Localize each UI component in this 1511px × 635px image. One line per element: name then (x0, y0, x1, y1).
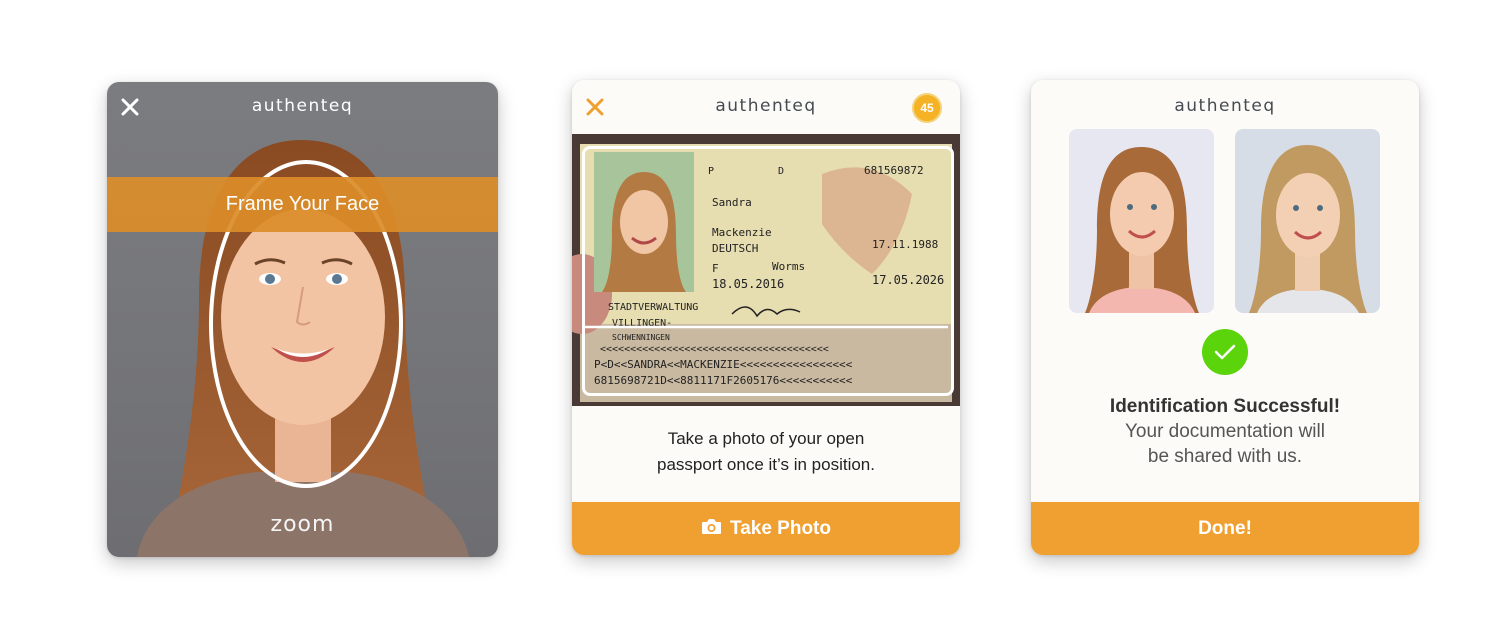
checkmark-icon (1202, 329, 1248, 375)
brand-logo: authenteq (1174, 96, 1276, 116)
camera-icon (702, 519, 721, 535)
face-scan-screen: Frame Your Face authenteq zoom (107, 82, 498, 557)
identification-success-screen: authenteq Identification Successful! You… (1031, 80, 1419, 555)
countdown-timer: 45 (912, 93, 942, 123)
passport-capture-screen: authenteq 45 P D 681569872 Sandra Macken… (572, 80, 960, 555)
take-photo-label: Take Photo (730, 518, 831, 539)
passport-instruction: Take a photo of your open passport once … (572, 426, 960, 478)
success-message: Identification Successful! Your document… (1031, 394, 1419, 469)
instruction-line-2: passport once it’s in position. (657, 455, 875, 474)
zoom-logo: zoom (270, 512, 335, 537)
instruction-line-1: Take a photo of your open (667, 429, 865, 448)
success-title: Identification Successful! (1109, 396, 1341, 417)
brand-logo: authenteq (715, 96, 817, 116)
passport-frame (582, 146, 954, 396)
take-photo-button[interactable]: Take Photo (572, 502, 960, 555)
success-line-1: Your documentation will (1125, 421, 1325, 442)
brand-logo: authenteq (251, 96, 354, 116)
selfie-thumbnail (1069, 129, 1214, 313)
passport-thumbnail (1235, 129, 1380, 313)
done-button[interactable]: Done! (1031, 502, 1419, 555)
passport-camera-feed: P D 681569872 Sandra Mackenzie DEUTSCH 1… (572, 134, 960, 406)
success-line-2: be shared with us. (1147, 446, 1303, 467)
frame-face-banner: Frame Your Face (107, 177, 498, 232)
